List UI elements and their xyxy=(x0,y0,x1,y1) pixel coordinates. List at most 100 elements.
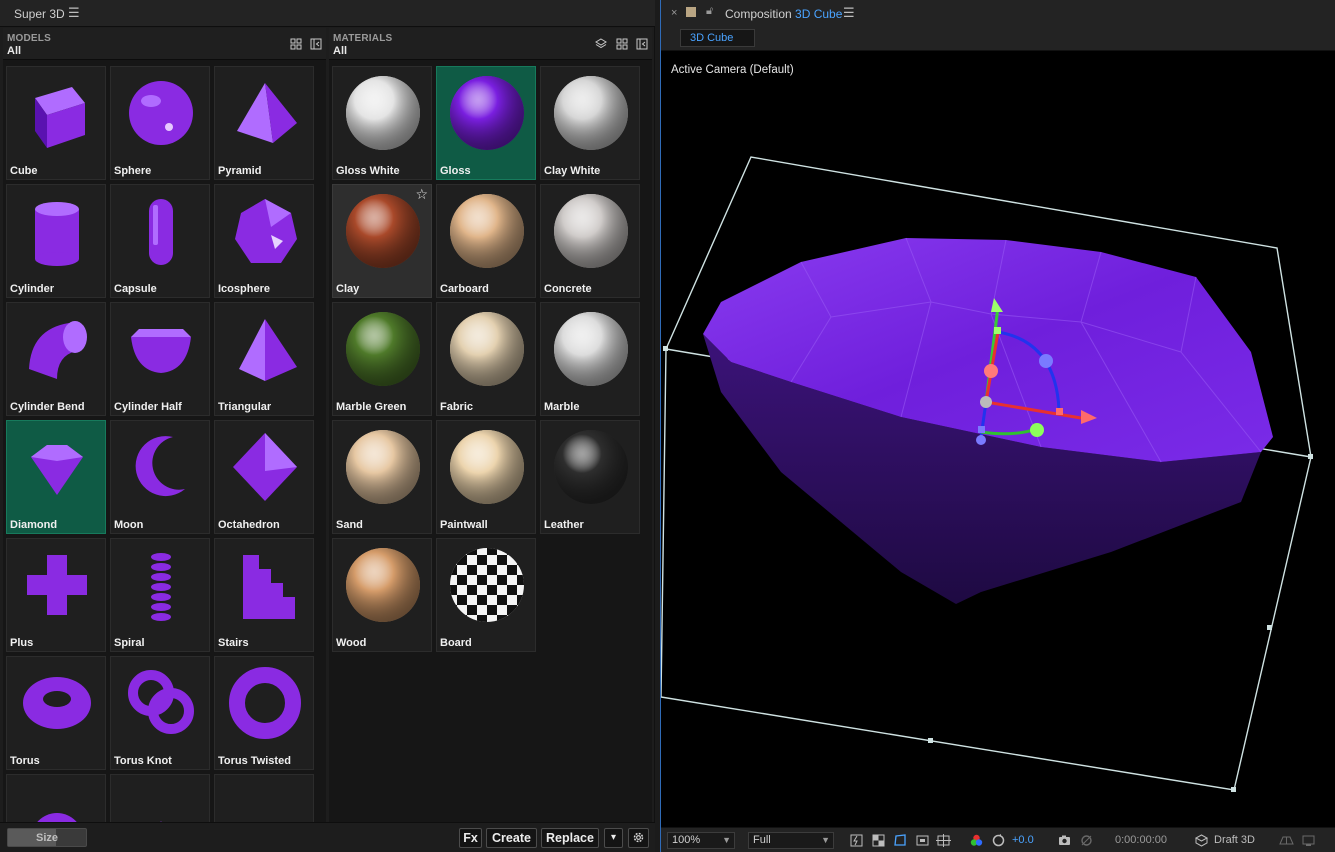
material-tile[interactable]: Carboard xyxy=(436,184,536,298)
model-tile[interactable]: Cylinder Bend xyxy=(6,302,106,416)
material-thumbnail xyxy=(551,73,631,153)
exposure-value[interactable]: +0.0 xyxy=(1012,834,1034,846)
material-tile[interactable]: Gloss xyxy=(436,66,536,180)
model-thumbnail xyxy=(225,545,305,625)
model-tile[interactable]: Capsule xyxy=(110,184,210,298)
model-tile[interactable]: Cylinder Half xyxy=(110,302,210,416)
material-tile[interactable]: Marble xyxy=(540,302,640,416)
material-tile[interactable]: Clay White xyxy=(540,66,640,180)
size-slider[interactable]: Size xyxy=(7,828,87,847)
model-thumbnail xyxy=(17,663,97,743)
camera-snapshot-icon[interactable] xyxy=(1057,833,1072,848)
renderer-icon[interactable] xyxy=(1194,833,1209,848)
reset-exposure-icon[interactable] xyxy=(991,833,1006,848)
composition-tab-bar: 3D Cube xyxy=(661,27,1335,51)
tab-3d-cube[interactable]: 3D Cube xyxy=(680,29,755,47)
model-thumbnail xyxy=(225,427,305,507)
layers-icon[interactable] xyxy=(595,38,607,50)
material-thumbnail xyxy=(551,427,631,507)
material-thumbnail xyxy=(551,309,631,389)
fast-preview-icon[interactable] xyxy=(849,833,864,848)
color-channels-icon[interactable] xyxy=(969,833,984,848)
materials-column: MATERIALS All Gloss White Gloss Clay White… xyxy=(329,28,652,822)
region-of-interest-icon[interactable] xyxy=(915,833,930,848)
active-camera-label[interactable]: Active Camera (Default) xyxy=(671,64,794,76)
model-tile[interactable]: Spiral xyxy=(110,538,210,652)
model-label: Cylinder Bend xyxy=(10,401,85,413)
close-icon[interactable]: × xyxy=(671,7,677,19)
renderer-label[interactable]: Draft 3D xyxy=(1214,834,1255,846)
material-tile[interactable]: Marble Green xyxy=(332,302,432,416)
model-tile[interactable]: Stairs xyxy=(214,538,314,652)
material-label: Clay White xyxy=(544,165,601,177)
model-thumbnail xyxy=(121,545,201,625)
models-filter[interactable]: All xyxy=(7,45,21,57)
chevron-down-icon: ▼ xyxy=(821,835,830,845)
viewport-scene xyxy=(661,156,1313,792)
model-tile[interactable]: Cube xyxy=(6,66,106,180)
3d-ground-plane-icon[interactable] xyxy=(1279,833,1294,848)
resolution-select[interactable]: Full ▼ xyxy=(748,832,834,849)
model-tile[interactable]: Moon xyxy=(110,420,210,534)
model-tile[interactable]: Diamond xyxy=(6,420,106,534)
bottom-toolbar: Size Fx Create Replace ▾ xyxy=(0,822,655,852)
model-tile[interactable] xyxy=(6,774,106,822)
model-tile[interactable]: Torus Twisted xyxy=(214,656,314,770)
material-tile[interactable]: Leather xyxy=(540,420,640,534)
collapse-panel-icon[interactable] xyxy=(636,38,648,50)
model-tile[interactable]: Icosphere xyxy=(214,184,314,298)
composition-menu-icon[interactable]: ☰ xyxy=(843,5,855,21)
materials-filter[interactable]: All xyxy=(333,45,347,57)
composition-title: Composition 3D Cube xyxy=(725,7,842,21)
grid-view-icon[interactable] xyxy=(290,38,302,50)
3d-viewport[interactable]: Active Camera (Default) xyxy=(661,52,1335,827)
grid-view-icon[interactable] xyxy=(616,38,628,50)
model-thumbnail xyxy=(225,781,305,822)
replace-dropdown-button[interactable]: ▾ xyxy=(604,828,623,848)
fx-button[interactable]: Fx xyxy=(459,828,482,848)
settings-button[interactable] xyxy=(628,828,649,848)
model-thumbnail xyxy=(17,73,97,153)
model-tile[interactable]: Cylinder xyxy=(6,184,106,298)
model-tile[interactable] xyxy=(214,774,314,822)
collapse-panel-icon[interactable] xyxy=(310,38,322,50)
model-tile[interactable]: Sphere xyxy=(110,66,210,180)
mask-path-icon[interactable] xyxy=(893,833,908,848)
lock-icon[interactable]: 🔓︎ xyxy=(706,5,713,18)
grid-guides-icon[interactable] xyxy=(936,833,951,848)
timecode[interactable]: 0:00:00:00 xyxy=(1115,834,1167,846)
material-tile[interactable]: Fabric xyxy=(436,302,536,416)
material-tile[interactable]: Paintwall xyxy=(436,420,536,534)
model-tile[interactable]: Pyramid xyxy=(214,66,314,180)
material-label: Concrete xyxy=(544,283,592,295)
model-tile[interactable] xyxy=(110,774,210,822)
zoom-select[interactable]: 100% ▼ xyxy=(667,832,735,849)
material-label: Board xyxy=(440,637,472,649)
replace-button[interactable]: Replace xyxy=(541,828,599,848)
extended-viewer-icon[interactable] xyxy=(1301,833,1316,848)
model-label: Icosphere xyxy=(218,283,270,295)
material-tile[interactable]: Sand xyxy=(332,420,432,534)
model-tile[interactable]: Triangular xyxy=(214,302,314,416)
material-tile[interactable]: Wood xyxy=(332,538,432,652)
model-label: Sphere xyxy=(114,165,152,177)
material-label: Sand xyxy=(336,519,363,531)
model-tile[interactable]: Plus xyxy=(6,538,106,652)
material-tile[interactable]: Concrete xyxy=(540,184,640,298)
panel-title[interactable]: Super 3D xyxy=(14,7,65,21)
resolution-value: Full xyxy=(753,834,771,846)
material-tile[interactable]: Clay ☆ xyxy=(332,184,432,298)
material-thumbnail xyxy=(343,309,423,389)
model-thumbnail xyxy=(17,781,97,822)
label-color-swatch[interactable] xyxy=(686,7,696,17)
favorite-star-icon[interactable]: ☆ xyxy=(415,186,428,203)
model-tile[interactable]: Torus Knot xyxy=(110,656,210,770)
material-tile[interactable]: Gloss White xyxy=(332,66,432,180)
create-button[interactable]: Create xyxy=(486,828,537,848)
model-tile[interactable]: Torus xyxy=(6,656,106,770)
transparency-grid-icon[interactable] xyxy=(871,833,886,848)
material-tile[interactable]: Board xyxy=(436,538,536,652)
model-tile[interactable]: Octahedron xyxy=(214,420,314,534)
panel-menu-icon[interactable]: ☰ xyxy=(68,5,80,21)
show-snapshot-icon[interactable] xyxy=(1079,833,1094,848)
